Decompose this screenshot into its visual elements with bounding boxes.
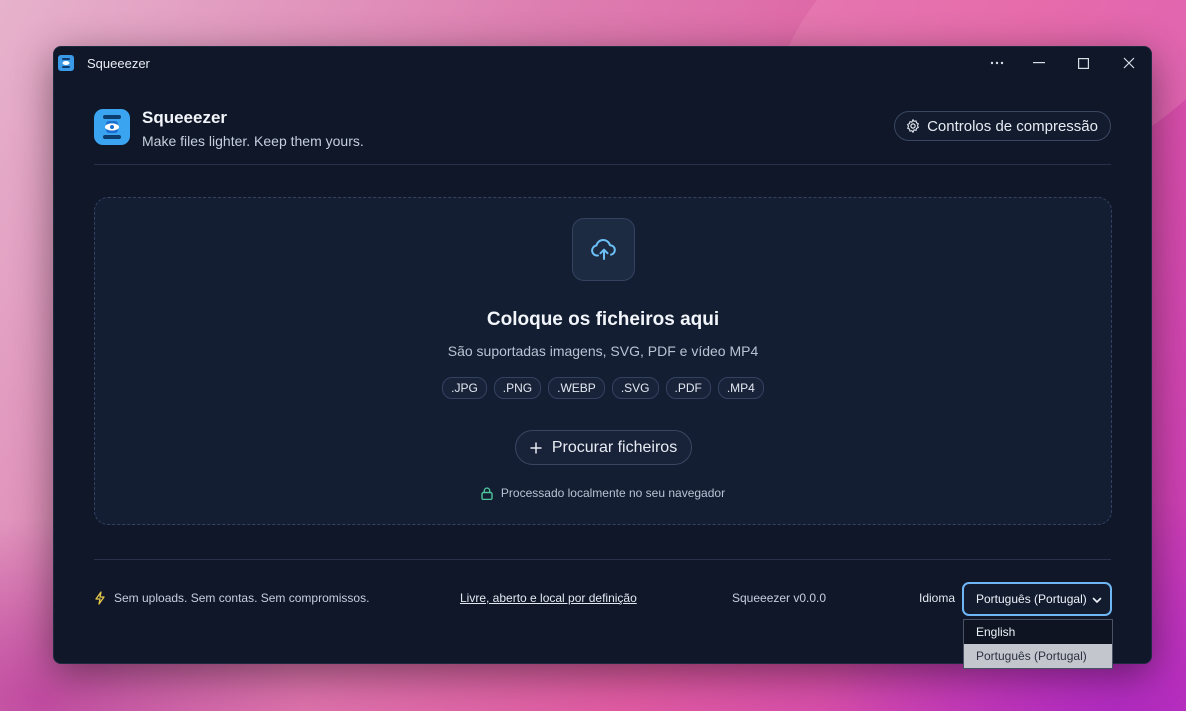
- app-logo: [94, 109, 130, 145]
- upload-icon-box: [572, 218, 635, 281]
- open-source-link[interactable]: Livre, aberto e local por definição: [460, 591, 637, 605]
- header-divider: [94, 164, 1111, 165]
- app-window: Squeeezer Squeeezer Make files lighter. …: [53, 46, 1152, 669]
- browse-files-button[interactable]: Procurar ficheiros: [515, 430, 692, 465]
- app-footer: Sem uploads. Sem contas. Sem compromisso…: [94, 582, 1112, 616]
- lightning-icon: [95, 591, 105, 605]
- format-badge-png: .PNG: [493, 377, 542, 399]
- file-dropzone[interactable]: Coloque os ficheiros aqui São suportadas…: [94, 197, 1112, 525]
- language-select-value: Português (Portugal): [976, 592, 1087, 606]
- more-options-button[interactable]: [974, 47, 1020, 79]
- plus-icon: [530, 442, 542, 453]
- more-icon: [990, 61, 1004, 65]
- language-option-portuguese[interactable]: Português (Portugal): [964, 644, 1112, 668]
- language-dropdown-menu: English Português (Portugal): [963, 619, 1113, 669]
- gear-icon: [907, 119, 919, 133]
- compression-controls-button[interactable]: Controlos de compressão: [894, 111, 1111, 141]
- language-label: Idioma: [919, 591, 956, 605]
- no-uploads-note: Sem uploads. Sem contas. Sem compromisso…: [94, 591, 369, 605]
- minimize-icon: [1033, 62, 1045, 64]
- compression-controls-label: Controlos de compressão: [927, 117, 1098, 135]
- dropzone-title: Coloque os ficheiros aqui: [486, 309, 720, 330]
- maximize-icon: [1077, 57, 1089, 69]
- language-select[interactable]: Português (Portugal): [962, 582, 1112, 616]
- app-tagline: Make files lighter. Keep them yours.: [142, 133, 364, 149]
- app-header: Squeeezer Make files lighter. Keep them …: [94, 107, 1111, 165]
- app-version: Squeeezer v0.0.0: [732, 591, 827, 605]
- format-badge-mp4: .MP4: [717, 377, 764, 399]
- no-uploads-text: Sem uploads. Sem contas. Sem compromisso…: [114, 591, 370, 605]
- cloud-upload-icon: [590, 238, 616, 260]
- format-badge-jpg: .JPG: [442, 377, 487, 399]
- language-option-english[interactable]: English: [964, 620, 1112, 644]
- maximize-button[interactable]: [1060, 47, 1106, 79]
- local-processing-text: Processado localmente no seu navegador: [500, 486, 726, 500]
- lock-icon: [481, 486, 493, 500]
- window-title: Squeeezer: [87, 56, 150, 71]
- app-name: Squeeezer: [142, 108, 228, 127]
- footer-divider: [94, 559, 1111, 560]
- format-badges: .JPG .PNG .WEBP .SVG .PDF .MP4: [95, 377, 1111, 399]
- dropzone-subtitle: São suportadas imagens, SVG, PDF e vídeo…: [447, 343, 759, 359]
- close-button[interactable]: [1106, 47, 1152, 79]
- format-badge-pdf: .PDF: [665, 377, 711, 399]
- minimize-button[interactable]: [1016, 47, 1062, 79]
- local-processing-note: Processado localmente no seu navegador: [95, 486, 1111, 500]
- close-icon: [1123, 57, 1135, 69]
- format-badge-svg: .SVG: [611, 377, 659, 399]
- browse-files-label: Procurar ficheiros: [551, 438, 678, 456]
- format-badge-webp: .WEBP: [548, 377, 605, 399]
- chevron-down-icon: [1092, 597, 1102, 603]
- title-bar[interactable]: Squeeezer: [54, 47, 1151, 79]
- app-icon: [58, 55, 74, 71]
